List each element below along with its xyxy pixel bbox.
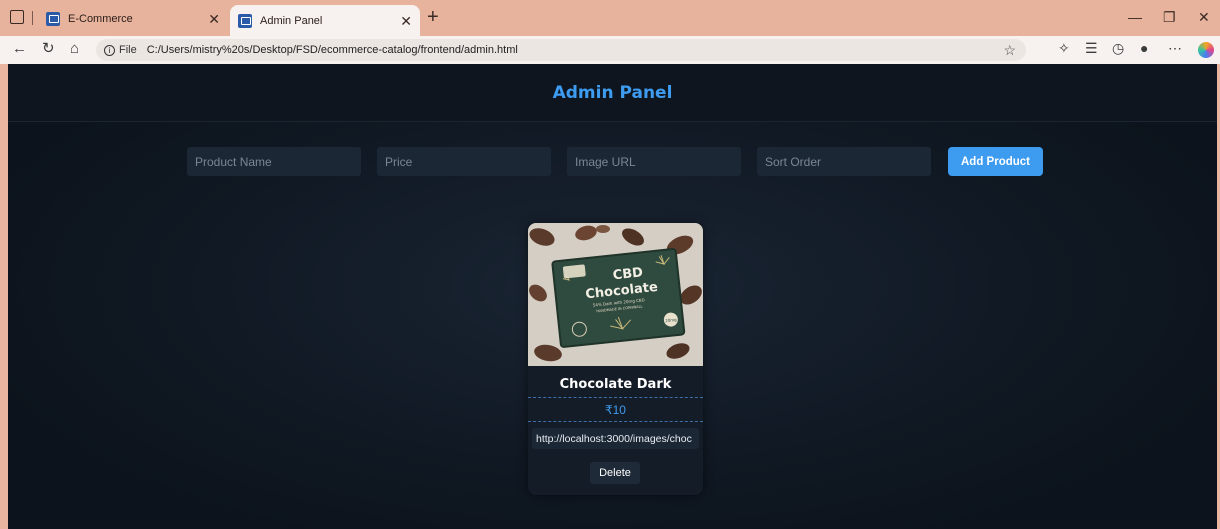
product-price: ₹10 (605, 403, 626, 417)
info-icon[interactable]: i (104, 44, 115, 56)
refresh-icon[interactable]: ↻ (42, 41, 55, 56)
sort-order-input[interactable] (757, 147, 931, 176)
back-icon[interactable]: ← (12, 41, 27, 56)
page-viewport: Admin Panel Add Product CB (8, 64, 1217, 529)
more-options-icon[interactable]: ⋯ (1168, 41, 1182, 55)
product-image: CBD Chocolate 54% Dark with 20mg CBD HAN… (528, 223, 703, 366)
tab-actions-icon[interactable] (10, 10, 24, 24)
product-card: CBD Chocolate 54% Dark with 20mg CBD HAN… (528, 223, 703, 495)
url-scheme-label: File (119, 44, 137, 56)
profile-icon[interactable]: ● (1140, 41, 1148, 55)
add-product-form: Add Product (8, 147, 1217, 177)
minimize-icon[interactable]: — (1128, 10, 1142, 24)
divider (528, 397, 703, 398)
restore-icon[interactable]: ❐ (1163, 10, 1176, 24)
tab-admin-panel[interactable]: Admin Panel ✕ (230, 5, 420, 36)
tab-title: Admin Panel (260, 14, 323, 27)
url-field[interactable]: i File C:/Users/mistry%20s/Desktop/FSD/e… (96, 39, 1026, 61)
product-image-url-input[interactable] (532, 428, 699, 449)
history-icon[interactable]: ◷ (1112, 41, 1124, 55)
page-title: Admin Panel (552, 82, 673, 103)
copilot-icon[interactable] (1198, 42, 1214, 58)
divider (528, 421, 703, 422)
add-product-button[interactable]: Add Product (948, 147, 1043, 176)
favorites-icon[interactable]: ☰ (1085, 41, 1098, 55)
delete-button[interactable]: Delete (590, 462, 640, 484)
extensions-icon[interactable]: ✧ (1058, 41, 1070, 55)
package-text: CBD (612, 265, 644, 283)
tab-title: E-Commerce (68, 13, 133, 25)
product-name-input[interactable] (187, 147, 361, 176)
image-url-input[interactable] (567, 147, 741, 176)
home-icon[interactable]: ⌂ (70, 41, 79, 56)
address-bar: ← ↻ ⌂ i File C:/Users/mistry%20s/Desktop… (0, 36, 1220, 64)
new-tab-icon[interactable]: + (427, 7, 439, 27)
site-favicon-icon (46, 12, 60, 26)
tab-ecommerce[interactable]: E-Commerce ✕ (38, 5, 228, 33)
window-close-icon[interactable]: ✕ (1198, 10, 1210, 24)
close-icon[interactable]: ✕ (208, 12, 220, 26)
site-favicon-icon (238, 13, 252, 28)
price-input[interactable] (377, 147, 551, 176)
tab-divider (32, 11, 33, 25)
product-name: Chocolate Dark (559, 377, 672, 392)
browser-tab-bar: E-Commerce ✕ Admin Panel ✕ + — ❐ ✕ (0, 0, 1220, 36)
page-header: Admin Panel (8, 64, 1217, 122)
favorite-star-icon[interactable]: ☆ (1003, 42, 1016, 59)
close-icon[interactable]: ✕ (400, 14, 412, 28)
url-text: C:/Users/mistry%20s/Desktop/FSD/ecommerc… (146, 44, 518, 56)
